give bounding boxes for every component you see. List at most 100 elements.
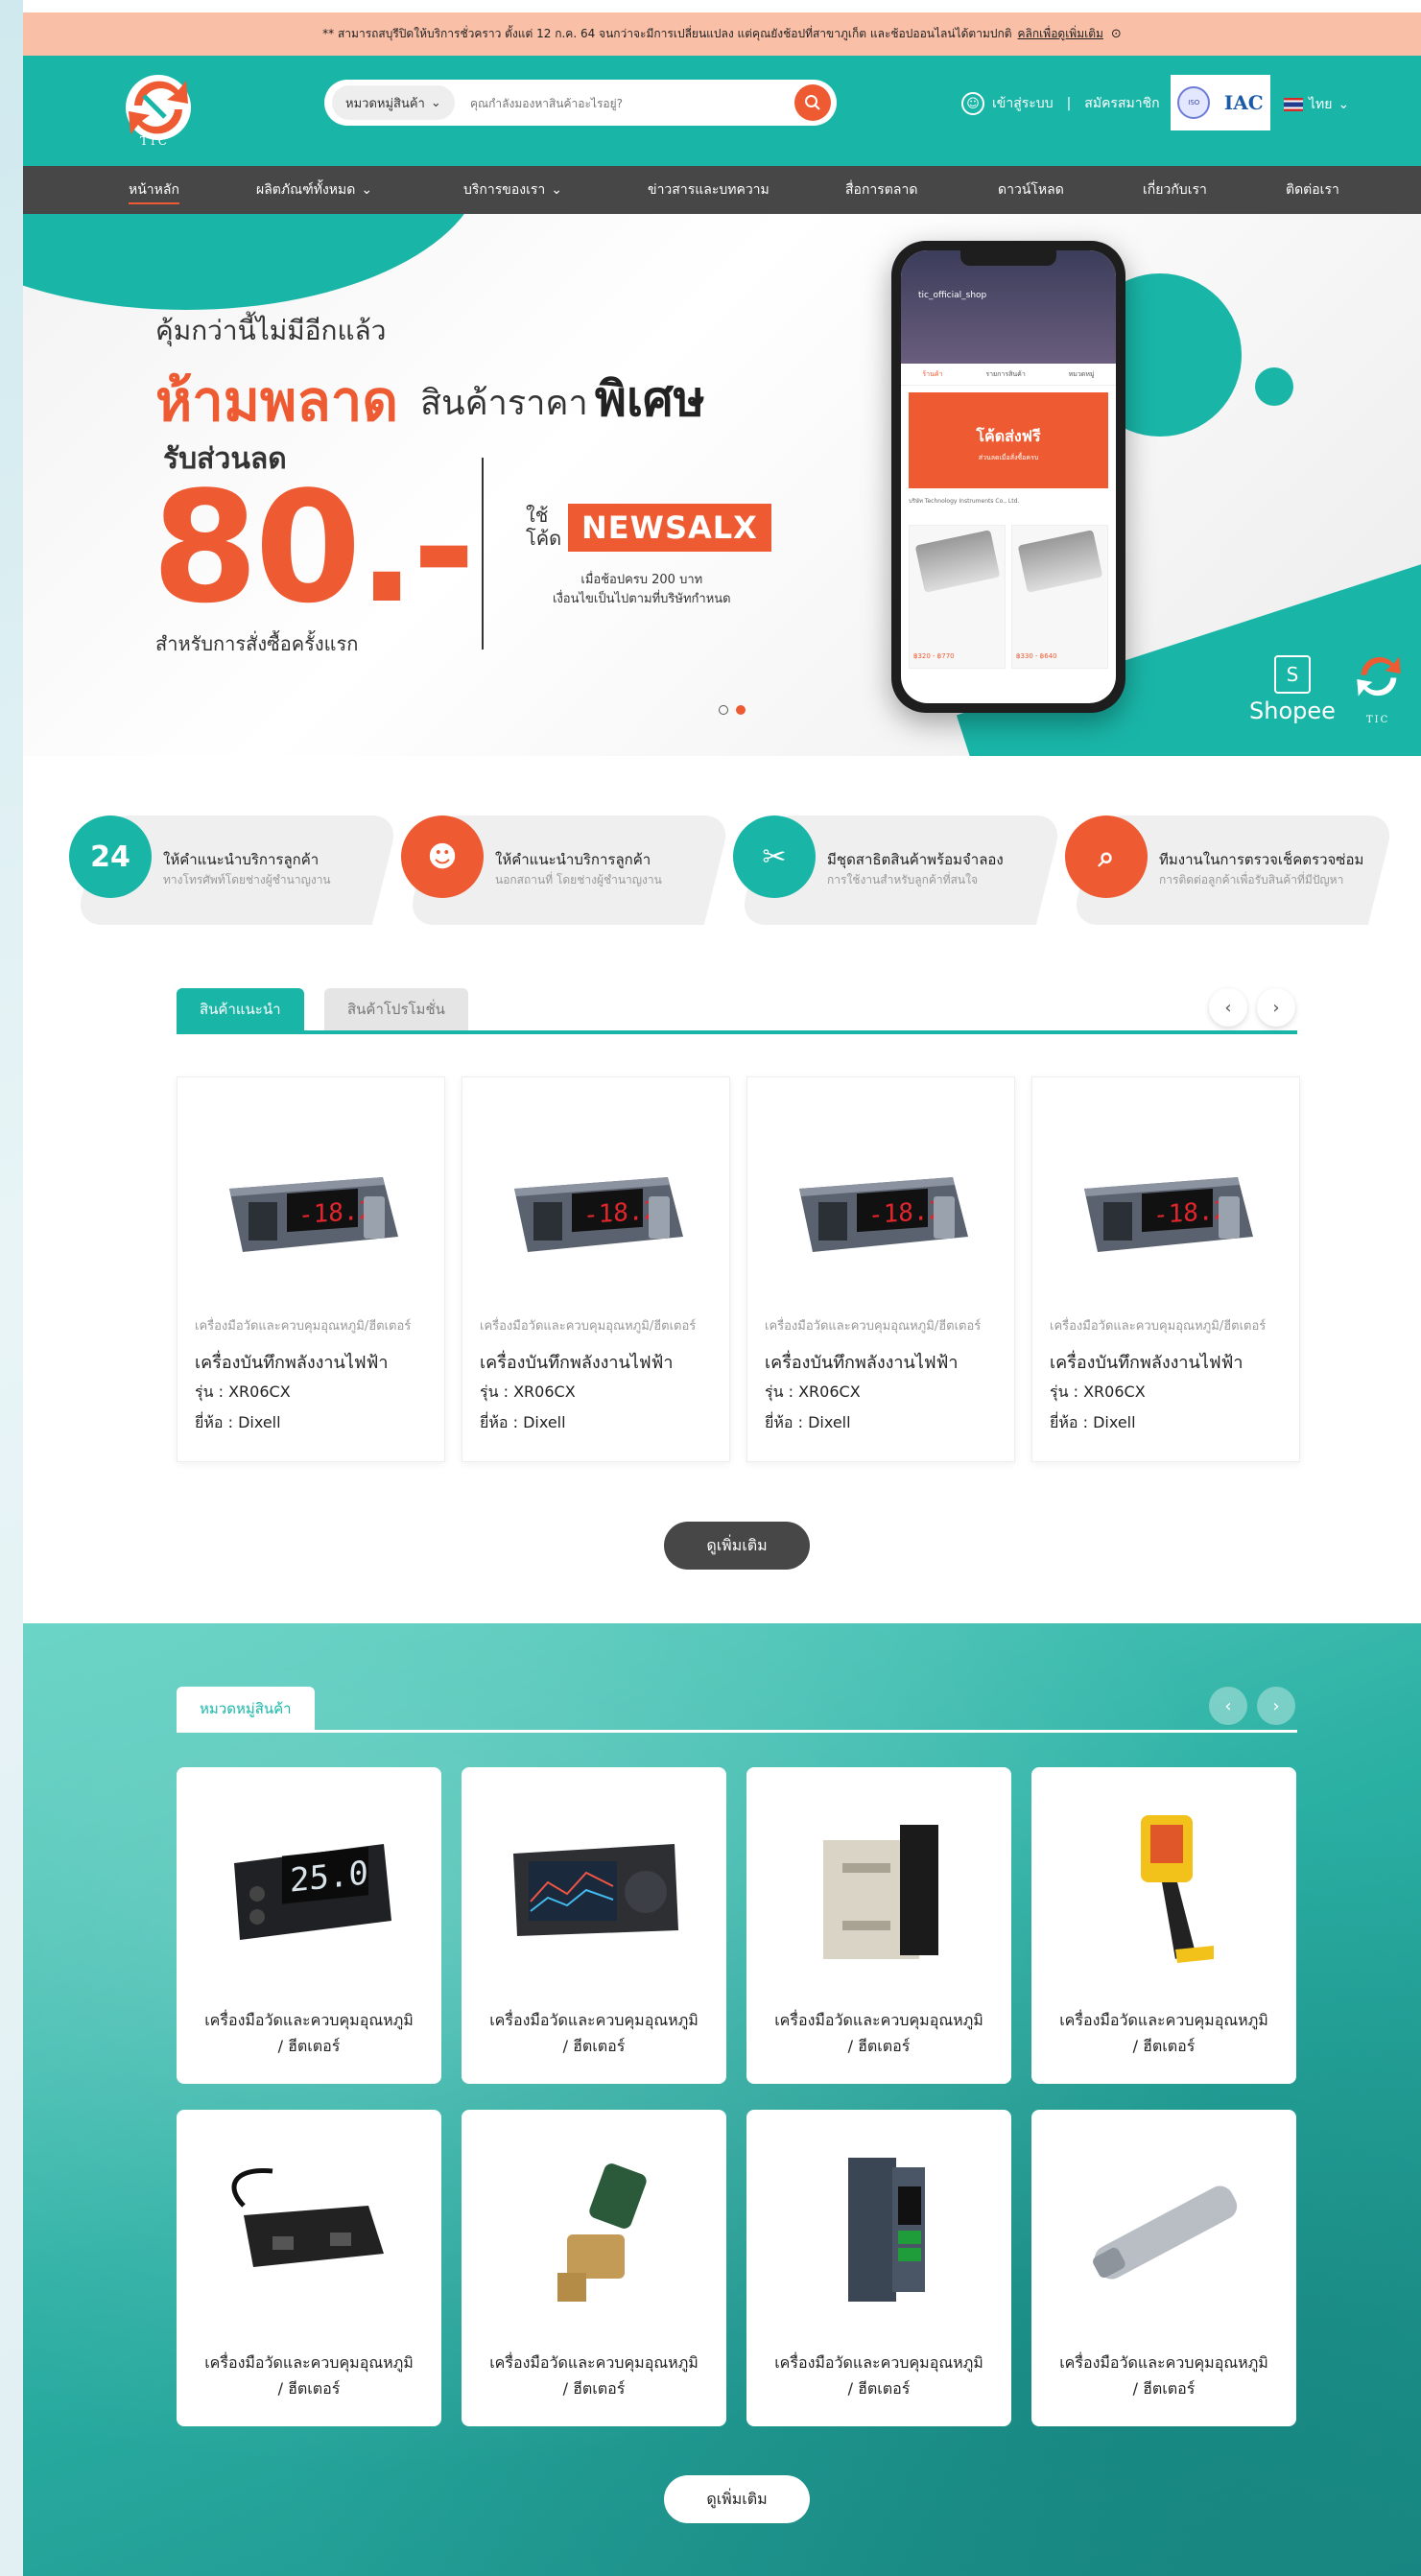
header: TIC หมวดหมู่สินค้า ⌄ ☺ เข้าสู่ระบบ | สมั… [23, 56, 1421, 166]
hero-headline-b: สินค้าราคา [420, 384, 588, 423]
shop-products: ฿320 - ฿770 ฿330 - ฿640 [909, 525, 1108, 669]
panel-thermometer-image: 25.0 [234, 1844, 391, 1940]
category-tabs: หมวดหมู่สินค้า [177, 1687, 1297, 1733]
category-card[interactable]: เครื่องมือวัดและควบคุมอุณหภูมิ / ฮีตเตอร์ [462, 1767, 726, 2084]
notice-link[interactable]: คลิกเพื่อดูเพิ่มเติม [1018, 25, 1103, 43]
nav-item-about[interactable]: เกี่ยวกับเรา [1143, 166, 1207, 214]
din-rail-meter-image [848, 2158, 925, 2302]
shop-tabs: ร้านค้า รายการสินค้า หมวดหมู่ [901, 364, 1116, 386]
carousel-dot-active[interactable] [736, 705, 746, 715]
iac-logo-icon: IAC [1223, 91, 1264, 114]
category-name: เครื่องมือวัดและควบคุมอุณหภูมิ / ฮีตเตอร์ [471, 2350, 717, 2401]
product-card[interactable]: -18.2 เครื่องมือวัดและควบคุมอุณหภูมิ/ฮีต… [746, 1076, 1015, 1462]
search-input[interactable] [468, 91, 779, 116]
support-24-icon: 24 [69, 815, 152, 898]
view-more-categories-button[interactable]: ดูเพิ่มเติม [664, 2475, 810, 2523]
shop-promo: โค้ดส่งฟรี ส่วนลดเมื่อสั่งซื้อครบ [909, 392, 1108, 488]
product-name[interactable]: เครื่องบันทึกพลังงานไฟฟ้า [195, 1348, 389, 1376]
product-card[interactable]: -18.2 เครื่องมือวัดและควบคุมอุณหภูมิ/ฮีต… [462, 1076, 730, 1462]
inspect-icon: ⌕ [1065, 815, 1148, 898]
category-card[interactable]: เครื่องมือวัดและควบคุมอุณหภูมิ / ฮีตเตอร์ [1031, 1767, 1296, 2084]
hero-banner[interactable]: คุ้มกว่านี้ไม่มีอีกแล้ว ห้ามพลาด สินค้าร… [23, 214, 1421, 756]
category-name-line1: เครื่องมือวัดและควบคุมอุณหภูมิ [774, 2353, 983, 2372]
certification-seal-icon: ISO [1177, 86, 1211, 119]
decor-shape [23, 214, 484, 310]
language-selector[interactable]: ไทย ⌄ [1284, 94, 1349, 115]
nav-item-products[interactable]: ผลิตภัณฑ์ทั้งหมด ⌄ [256, 166, 372, 214]
search-category-dropdown[interactable]: หมวดหมู่สินค้า ⌄ [332, 85, 455, 120]
tab-categories[interactable]: หมวดหมู่สินค้า [177, 1687, 315, 1730]
nav-label: ดาวน์โหลด [998, 182, 1064, 198]
category-name-line2: / ฮีตเตอร์ [562, 2379, 626, 2399]
feature-onsite-support: ☻ ให้คำแนะนำบริการลูกค้า นอกสถานที่ โดยช… [401, 815, 732, 925]
shop-product: ฿330 - ฿640 [1011, 525, 1108, 669]
category-name-line2: / ฮีตเตอร์ [277, 2379, 341, 2399]
feature-demo: ✂ มีชุดสาธิตสินค้าพร้อมจำลอง การใช้งานสำ… [733, 815, 1064, 925]
category-name: เครื่องมือวัดและควบคุมอุณหภูมิ / ฮีตเตอร์ [471, 2007, 717, 2059]
shopee-logo: S Shopee [1249, 655, 1336, 724]
product-name[interactable]: เครื่องบันทึกพลังงานไฟฟ้า [480, 1348, 674, 1376]
tab-recommended[interactable]: สินค้าแนะนำ [177, 988, 304, 1030]
chevron-down-icon: ⌄ [551, 182, 562, 198]
hero-first-order: สำหรับการสั่งซื้อครั้งแรก [155, 632, 359, 655]
thermostat-controller-image: -18.2 [799, 1177, 968, 1252]
view-more-products-button[interactable]: ดูเพิ่มเติม [664, 1522, 810, 1570]
page: ** สามารถสบุรีปิดให้บริการชั่วคราว ตั้งแ… [23, 0, 1421, 2576]
condition-line: เงื่อนไขเป็นไปตามที่บริษัทกำหนด [553, 591, 731, 606]
product-card[interactable]: -18.2 เครื่องมือวัดและควบคุมอุณหภูมิ/ฮีต… [1031, 1076, 1300, 1462]
search-button[interactable] [794, 84, 831, 121]
category-name: เครื่องมือวัดและควบคุมอุณหภูมิ / ฮีตเตอร์ [1041, 2007, 1287, 2059]
hero-code-label: โค้ด [526, 527, 562, 550]
language-label: ไทย [1309, 97, 1333, 112]
nav-item-download[interactable]: ดาวน์โหลด [998, 166, 1064, 214]
product-tabs: สินค้าแนะนำ สินค้าโปรโมชั่น [177, 988, 1297, 1034]
nav-label: ผลิตภัณฑ์ทั้งหมด [256, 182, 356, 198]
hero-use-label: ใช้ [526, 504, 549, 527]
shopee-bag-icon: S [1273, 655, 1311, 694]
carousel-dot[interactable] [719, 705, 728, 715]
nav-label: บริการของเรา [463, 182, 546, 198]
condition-line: เมื่อช้อปครบ 200 บาท [580, 573, 703, 587]
category-card[interactable]: เครื่องมือวัดและควบคุมอุณหภูมิ / ฮีตเตอร์ [462, 2110, 726, 2426]
product-name[interactable]: เครื่องบันทึกพลังงานไฟฟ้า [1050, 1348, 1243, 1376]
shop-header-image [901, 250, 1116, 364]
product-category: เครื่องมือวัดและควบคุมอุณหภูมิ/ฮีตเตอร์ [480, 1319, 697, 1334]
hero-discount-amount: 80.- [152, 458, 476, 637]
chevron-right-icon[interactable]: › [1257, 1687, 1295, 1725]
category-card[interactable]: เครื่องมือวัดและควบคุมอุณหภูมิ / ฮีตเตอร์ [746, 2110, 1011, 2426]
product-brand: ยี่ห้อ : Dixell [765, 1413, 851, 1431]
nav-item-news[interactable]: ข่าวสารและบทความ [648, 166, 770, 214]
login-link[interactable]: เข้าสู่ระบบ [992, 93, 1054, 114]
feature-title: ให้คำแนะนำบริการลูกค้า [163, 851, 320, 868]
category-name-line2: / ฮีตเตอร์ [277, 2037, 341, 2056]
category-card[interactable]: เครื่องมือวัดและควบคุมอุณหภูมิ / ฮีตเตอร์ [177, 2110, 441, 2426]
notice-text: ** สามารถสบุรีปิดให้บริการชั่วคราว ตั้งแ… [322, 27, 1012, 40]
carousel-dots [719, 705, 746, 715]
shop-product: ฿320 - ฿770 [909, 525, 1006, 669]
category-name-line1: เครื่องมือวัดและควบคุมอุณหภูมิ [774, 2011, 983, 2029]
category-card[interactable]: 25.0 เครื่องมือวัดและควบคุมอุณหภูมิ / ฮีต… [177, 1767, 441, 2084]
category-card[interactable]: เครื่องมือวัดและควบคุมอุณหภูมิ / ฮีตเตอร์ [746, 1767, 1011, 2084]
feature-phone-support: 24 ให้คำแนะนำบริการลูกค้า ทางโทรศัพท์โดย… [69, 815, 400, 925]
register-link[interactable]: สมัครสมาชิก [1084, 93, 1159, 114]
display-readout: -18.2 [1153, 1196, 1228, 1230]
category-card[interactable]: เครื่องมือวัดและควบคุมอุณหภูมิ / ฮีตเตอร์ [1031, 2110, 1296, 2426]
shop-name: tic_official_shop [918, 291, 987, 300]
chevron-left-icon[interactable]: ‹ [1209, 988, 1247, 1027]
nav-item-services[interactable]: บริการของเรา ⌄ [463, 166, 562, 214]
nav-item-contact[interactable]: ติดต่อเรา [1286, 166, 1339, 214]
chevron-left-icon[interactable]: ‹ [1209, 1687, 1247, 1725]
separator: | [1066, 96, 1072, 111]
tab-promotion[interactable]: สินค้าโปรโมชั่น [324, 988, 468, 1030]
product-name[interactable]: เครื่องบันทึกพลังงานไฟฟ้า [765, 1348, 959, 1376]
shop-tab: ร้านค้า [922, 369, 943, 378]
proximity-sensor-image [1093, 2186, 1238, 2280]
nav-item-home[interactable]: หน้าหลัก [129, 166, 179, 214]
category-name-line1: เครื่องมือวัดและควบคุมอุณหภูมิ [204, 2353, 414, 2372]
product-card[interactable]: -18.2 เครื่องมือวัดและควบคุมอุณหภูมิ/ฮีต… [177, 1076, 445, 1462]
product-image [1017, 530, 1103, 593]
search-bar: หมวดหมู่สินค้า ⌄ [324, 80, 837, 126]
product-category: เครื่องมือวัดและควบคุมอุณหภูมิ/ฮีตเตอร์ [765, 1319, 982, 1334]
nav-item-marketing[interactable]: สื่อการตลาด [845, 166, 917, 214]
chevron-right-icon[interactable]: › [1257, 988, 1295, 1027]
